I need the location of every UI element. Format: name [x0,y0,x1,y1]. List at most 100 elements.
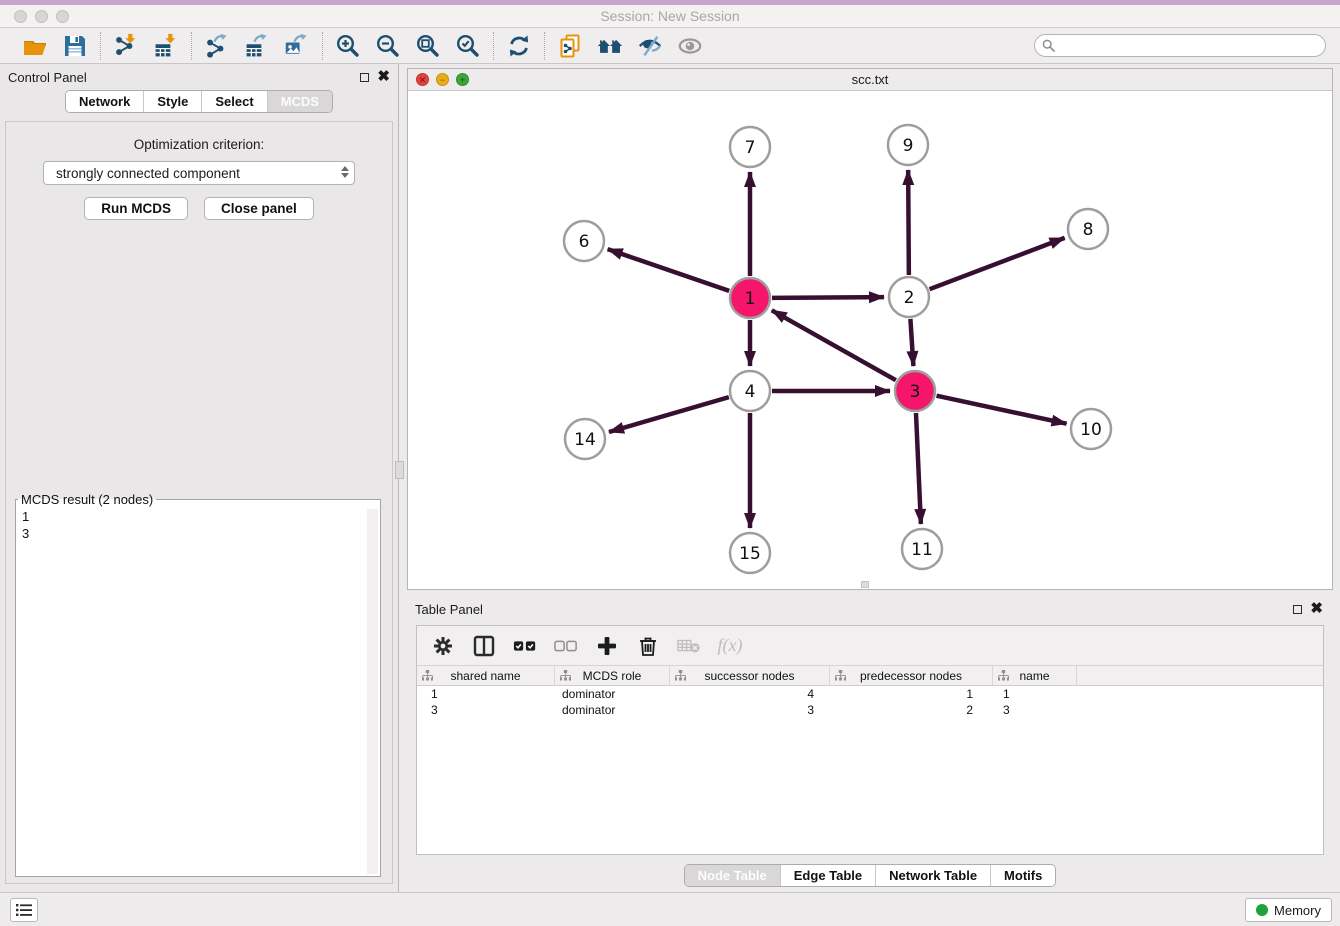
function-builder-icon: f(x) [718,634,742,658]
network-view-window: ✕ − + scc.txt 7968124314101511 [407,68,1333,590]
column-header-label: predecessor nodes [860,669,962,683]
home-icon[interactable] [597,33,623,59]
toolbar-group [323,33,493,59]
memory-button[interactable]: Memory [1245,898,1332,922]
export-network-icon[interactable] [204,33,230,59]
tab-select[interactable]: Select [202,91,267,112]
search-input[interactable] [1034,34,1326,57]
graph-edge-2-3[interactable] [910,319,913,366]
float-table-panel-icon[interactable] [1293,605,1302,614]
open-session-icon[interactable] [22,33,48,59]
zoom-fit-icon[interactable] [415,33,441,59]
criterion-select[interactable]: strongly connected component [43,161,355,185]
tab-edge-table[interactable]: Edge Table [781,865,876,886]
graph-node-14[interactable]: 14 [565,419,605,459]
column-header-name[interactable]: name [993,666,1077,686]
export-image-icon[interactable] [284,33,310,59]
graph-node-6[interactable]: 6 [564,221,604,261]
graph-edge-4-14[interactable] [609,397,729,432]
search-icon [1042,39,1055,55]
graph-node-label: 6 [579,232,590,252]
show-columns-icon[interactable] [472,634,496,658]
table-cell: 3 [670,702,830,718]
graph-node-15[interactable]: 15 [730,533,770,573]
unselect-all-icon[interactable] [554,634,578,658]
column-header-shared-name[interactable]: shared name [417,666,555,686]
eye-icon[interactable] [677,33,703,59]
import-table-icon[interactable] [153,33,179,59]
zoom-selected-icon[interactable] [455,33,481,59]
close-panel-button[interactable]: Close panel [204,197,314,220]
column-header-predecessor-nodes[interactable]: predecessor nodes [830,666,993,686]
graph-node-label: 15 [739,544,761,564]
select-all-icon[interactable] [513,634,537,658]
zoom-in-icon[interactable] [335,33,361,59]
table-cell: 1 [830,686,993,702]
refresh-icon[interactable] [506,33,532,59]
graph-edge-3-10[interactable] [937,396,1067,424]
graph-node-4[interactable]: 4 [730,371,770,411]
status-list-button[interactable] [10,898,38,922]
graph-edge-2-9[interactable] [908,170,909,275]
memory-status-icon [1256,904,1268,916]
add-row-icon[interactable] [595,634,619,658]
table-cell: 4 [670,686,830,702]
column-header-label: MCDS role [583,669,642,683]
delete-row-icon[interactable] [636,634,660,658]
run-mcds-button[interactable]: Run MCDS [84,197,188,220]
save-session-icon[interactable] [62,33,88,59]
graph-edge-1-6[interactable] [608,249,730,291]
table-cell: 1 [417,686,555,702]
close-panel-icon[interactable]: ✖ [377,72,390,82]
graph-node-10[interactable]: 10 [1071,409,1111,449]
graph-node-8[interactable]: 8 [1068,209,1108,249]
graph-node-1[interactable]: 1 [730,278,770,318]
graph-node-7[interactable]: 7 [730,127,770,167]
network-window-title: scc.txt [408,72,1332,87]
float-panel-icon[interactable] [360,73,369,82]
column-header-MCDS-role[interactable]: MCDS role [555,666,670,686]
graph-edge-3-1[interactable] [772,310,896,380]
optimization-criterion-label: Optimization criterion: [6,137,392,152]
app-titlebar: Session: New Session [0,0,1340,28]
column-header-successor-nodes[interactable]: successor nodes [670,666,830,686]
tab-motifs[interactable]: Motifs [991,865,1055,886]
tab-network-table[interactable]: Network Table [876,865,991,886]
import-network-icon[interactable] [113,33,139,59]
graph-edge-3-11[interactable] [916,413,921,524]
toolbar-group [10,33,100,59]
zoom-out-icon[interactable] [375,33,401,59]
canvas-resize-grip[interactable] [861,581,869,588]
criterion-select-value: strongly connected component [56,166,240,181]
column-header-label: successor nodes [704,669,794,683]
tab-network[interactable]: Network [66,91,144,112]
graph-node-11[interactable]: 11 [902,529,942,569]
graph-node-9[interactable]: 9 [888,125,928,165]
app-title: Session: New Session [0,8,1340,24]
hide-eye-icon[interactable] [637,33,663,59]
result-scrollbar[interactable] [367,509,378,874]
export-table-icon[interactable] [244,33,270,59]
table-row[interactable]: 1dominator411 [417,686,1323,702]
table-cell: 3 [417,702,555,718]
graph-edge-1-2[interactable] [772,297,884,298]
tab-style[interactable]: Style [144,91,202,112]
table-panel-title: Table Panel [415,602,483,617]
network-canvas[interactable]: 7 9 6 8 1 2 4 3 14 10 15 11 [408,91,1332,589]
graph-node-3[interactable]: 3 [895,371,935,411]
settings-gear-icon[interactable] [431,634,455,658]
toolbar-group [545,33,715,59]
clone-network-icon[interactable] [557,33,583,59]
graph-node-2[interactable]: 2 [889,277,929,317]
graph-edge-2-8[interactable] [930,238,1065,289]
panel-divider-grip[interactable] [395,461,404,479]
table-cell: 1 [993,686,1077,702]
tab-node-table[interactable]: Node Table [685,865,781,886]
close-table-panel-icon[interactable]: ✖ [1310,604,1323,614]
table-tabs: Node TableEdge TableNetwork TableMotifs [684,864,1057,887]
search-box [1034,34,1326,57]
control-panel-tabs: NetworkStyleSelectMCDS [65,90,333,113]
table-row[interactable]: 3dominator323 [417,702,1323,718]
tab-mcds[interactable]: MCDS [268,91,332,112]
select-stepper-icon [341,166,349,178]
